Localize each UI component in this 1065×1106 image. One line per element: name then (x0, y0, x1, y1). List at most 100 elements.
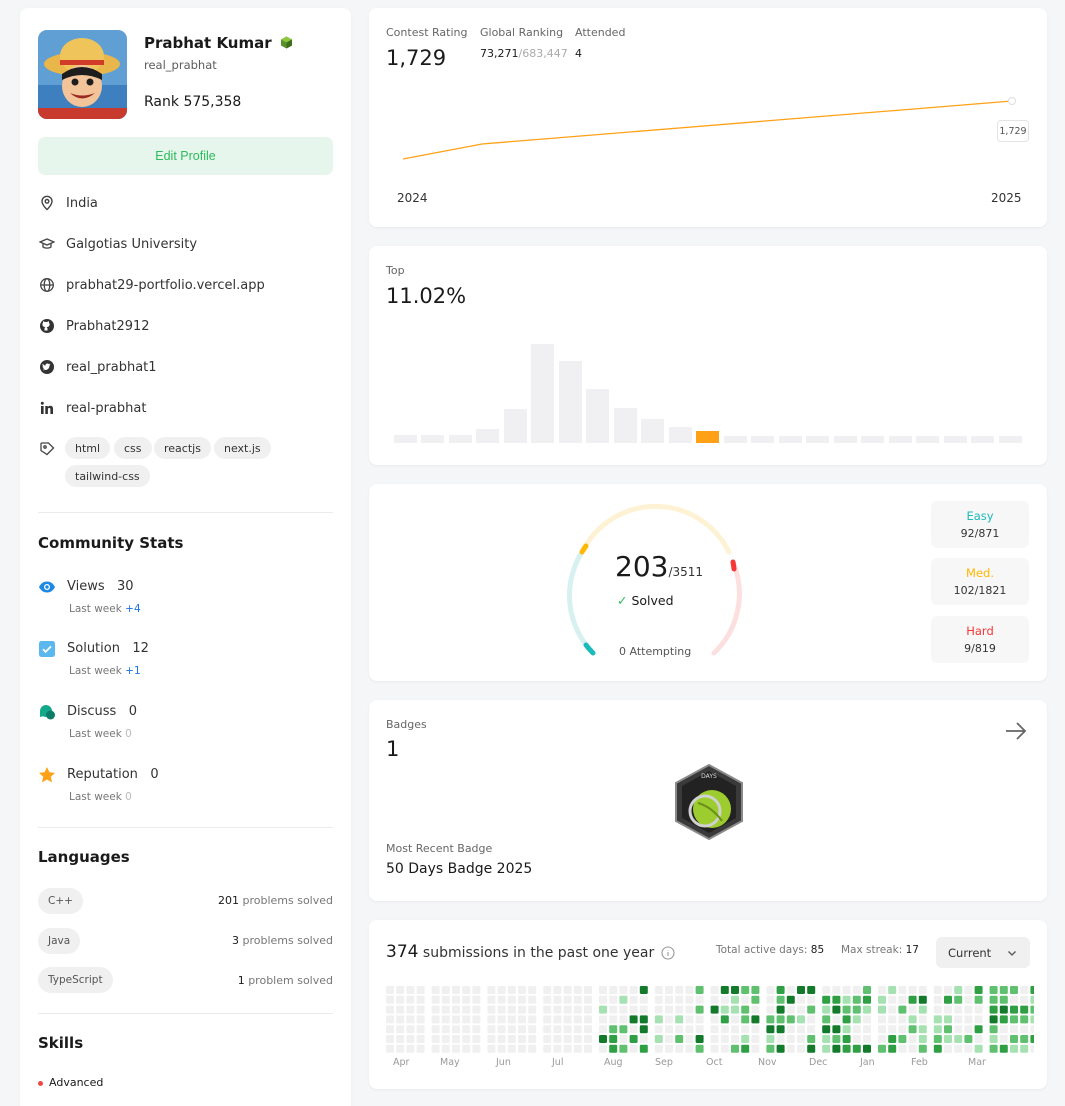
heatmap-cell[interactable] (918, 1015, 927, 1024)
heatmap-cell[interactable] (462, 1044, 471, 1053)
heatmap-cell[interactable] (776, 1015, 785, 1024)
heatmap-cell[interactable] (396, 1015, 405, 1024)
heatmap-cell[interactable] (731, 986, 739, 994)
heatmap-cell[interactable] (441, 1044, 450, 1053)
heatmap-cell[interactable] (1020, 1044, 1029, 1053)
heatmap-cell[interactable] (441, 995, 450, 1004)
heatmap-cell[interactable] (462, 986, 471, 994)
heatmap-cell[interactable] (654, 1035, 663, 1043)
heatmap-cell[interactable] (507, 1015, 516, 1024)
hard-box[interactable]: Hard 9/819 (931, 616, 1029, 663)
heatmap-cell[interactable] (842, 986, 851, 994)
heatmap-cell[interactable] (386, 995, 394, 1004)
heatmap-cell[interactable] (751, 1044, 760, 1053)
heatmap-cell[interactable] (786, 1044, 795, 1053)
tag-reactjs[interactable]: reactjs (154, 437, 211, 459)
heatmap-cell[interactable] (710, 995, 719, 1004)
heatmap-cell[interactable] (518, 995, 526, 1004)
submission-heatmap[interactable] (386, 986, 1034, 1054)
heatmap-cell[interactable] (396, 1035, 405, 1043)
heatmap-cell[interactable] (964, 986, 973, 994)
heatmap-cell[interactable] (954, 1015, 963, 1024)
heatmap-cell[interactable] (497, 1015, 506, 1024)
heatmap-cell[interactable] (441, 986, 450, 994)
heatmap-cell[interactable] (1020, 1025, 1029, 1034)
heatmap-cell[interactable] (908, 1015, 917, 1024)
heatmap-cell[interactable] (842, 995, 851, 1004)
heatmap-cell[interactable] (720, 986, 729, 994)
heatmap-cell[interactable] (528, 1025, 537, 1034)
heatmap-cell[interactable] (999, 995, 1008, 1004)
lang-typescript[interactable]: TypeScript (38, 967, 113, 993)
heatmap-cell[interactable] (619, 1015, 628, 1024)
heatmap-cell[interactable] (543, 995, 552, 1004)
heatmap-cell[interactable] (553, 1015, 562, 1024)
heatmap-cell[interactable] (776, 1044, 785, 1053)
dist-bar[interactable] (449, 435, 472, 443)
heatmap-cell[interactable] (441, 1035, 450, 1043)
dist-bar[interactable] (779, 436, 802, 443)
heatmap-cell[interactable] (695, 1025, 704, 1034)
heatmap-cell[interactable] (898, 1035, 907, 1043)
linkedin-link[interactable]: real-prabhat (66, 401, 146, 416)
heatmap-cell[interactable] (898, 995, 907, 1004)
heatmap-cell[interactable] (609, 1015, 618, 1024)
heatmap-cell[interactable] (654, 1025, 663, 1034)
heatmap-cell[interactable] (685, 1035, 694, 1043)
heatmap-cell[interactable] (944, 1025, 952, 1034)
heatmap-cell[interactable] (933, 986, 942, 994)
rating-point[interactable] (1008, 97, 1016, 105)
heatmap-cell[interactable] (629, 1044, 638, 1053)
heatmap-cell[interactable] (751, 1025, 760, 1034)
heatmap-cell[interactable] (766, 1005, 775, 1014)
heatmap-cell[interactable] (487, 1025, 496, 1034)
heatmap-cell[interactable] (1030, 1035, 1034, 1043)
heatmap-cell[interactable] (452, 1044, 460, 1053)
heatmap-cell[interactable] (974, 1025, 983, 1034)
heatmap-cell[interactable] (974, 1044, 983, 1053)
heatmap-cell[interactable] (685, 1025, 694, 1034)
heatmap-cell[interactable] (629, 1015, 638, 1024)
heatmap-cell[interactable] (797, 995, 805, 1004)
heatmap-cell[interactable] (842, 1044, 851, 1053)
dist-bar[interactable] (614, 408, 637, 443)
heatmap-cell[interactable] (766, 1025, 775, 1034)
heatmap-cell[interactable] (832, 1015, 841, 1024)
heatmap-cell[interactable] (974, 1015, 983, 1024)
heatmap-cell[interactable] (741, 1005, 750, 1014)
heatmap-cell[interactable] (1030, 1025, 1034, 1034)
heatmap-cell[interactable] (675, 1015, 684, 1024)
heatmap-cell[interactable] (695, 1035, 704, 1043)
heatmap-cell[interactable] (807, 1035, 816, 1043)
heatmap-cell[interactable] (573, 1044, 582, 1053)
heatmap-cell[interactable] (386, 1005, 394, 1014)
heatmap-cell[interactable] (553, 1025, 562, 1034)
dist-bar[interactable] (559, 361, 582, 443)
heatmap-cell[interactable] (863, 1035, 871, 1043)
heatmap-cell[interactable] (406, 1044, 415, 1053)
tag-nextjs[interactable]: next.js (214, 437, 271, 459)
heatmap-cell[interactable] (918, 995, 927, 1004)
lang-java[interactable]: Java (38, 928, 81, 954)
website-link[interactable]: prabhat29-portfolio.vercel.app (66, 278, 265, 293)
heatmap-cell[interactable] (888, 1015, 897, 1024)
heatmap-cell[interactable] (710, 1025, 719, 1034)
heatmap-cell[interactable] (918, 1044, 927, 1053)
heatmap-cell[interactable] (832, 986, 841, 994)
heatmap-cell[interactable] (710, 1044, 719, 1053)
heatmap-cell[interactable] (639, 1015, 648, 1024)
heatmap-cell[interactable] (543, 986, 552, 994)
dist-bar[interactable] (916, 436, 939, 443)
heatmap-cell[interactable] (619, 995, 628, 1004)
heatmap-cell[interactable] (518, 1015, 526, 1024)
heatmap-cell[interactable] (888, 995, 897, 1004)
heatmap-cell[interactable] (852, 986, 861, 994)
heatmap-cell[interactable] (989, 1025, 998, 1034)
heatmap-cell[interactable] (822, 986, 831, 994)
heatmap-cell[interactable] (406, 1025, 415, 1034)
heatmap-cell[interactable] (720, 1005, 729, 1014)
heatmap-cell[interactable] (507, 1005, 516, 1014)
easy-box[interactable]: Easy 92/871 (931, 501, 1029, 548)
heatmap-cell[interactable] (452, 1035, 460, 1043)
heatmap-cell[interactable] (406, 1035, 415, 1043)
